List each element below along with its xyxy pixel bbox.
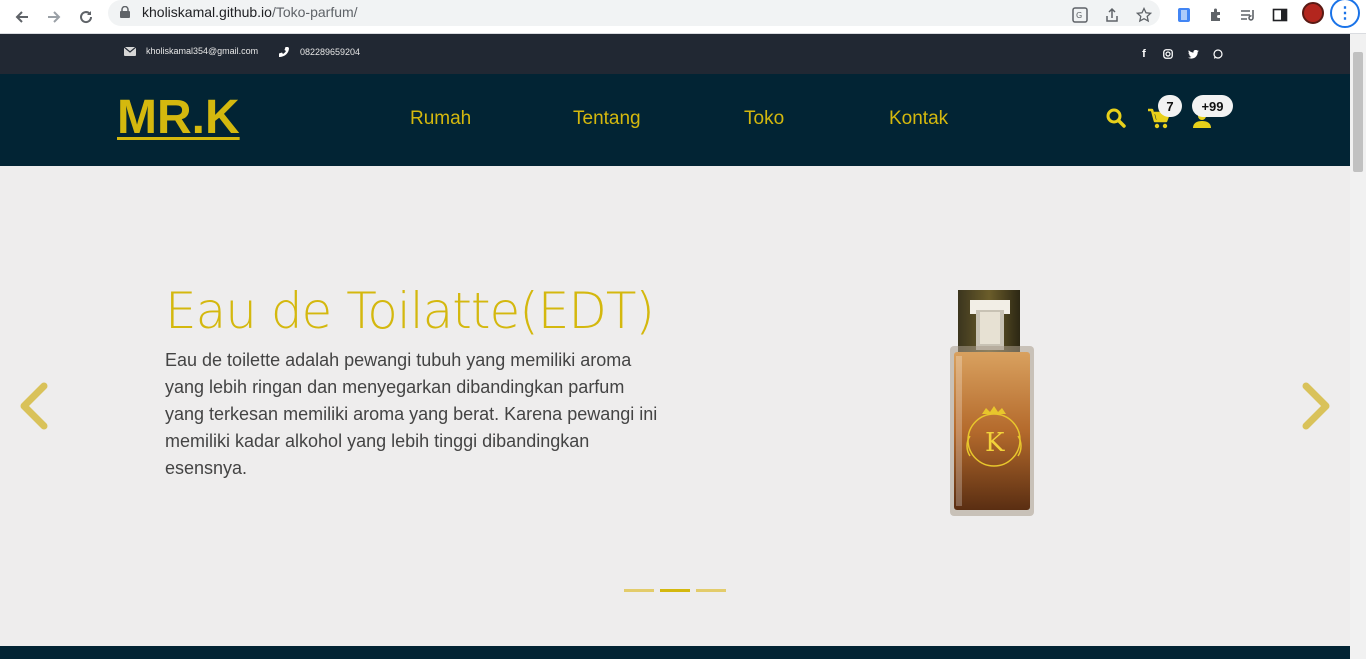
phone-icon: [279, 47, 289, 57]
address-bar[interactable]: kholiskamal.github.io/Toko-parfum/: [108, 0, 1160, 26]
lock-icon: [120, 6, 130, 18]
carousel-indicator-2[interactable]: [660, 589, 690, 592]
nav-link-kontak[interactable]: Kontak: [889, 108, 948, 130]
twitter-icon[interactable]: [1185, 46, 1201, 62]
email-text: kholiskamal354@gmail.com: [146, 46, 259, 56]
nav-link-tentang[interactable]: Tentang: [573, 108, 641, 130]
extension-app-icon[interactable]: [1172, 3, 1196, 27]
search-icon[interactable]: [1106, 108, 1126, 133]
contact-phone[interactable]: 082289659204: [278, 46, 360, 58]
carousel-next-icon[interactable]: [1300, 382, 1334, 430]
user-count-badge: +99: [1192, 95, 1233, 117]
scrollbar-thumb[interactable]: [1353, 52, 1363, 172]
forward-icon[interactable]: [40, 3, 68, 31]
bookmark-star-icon[interactable]: [1132, 3, 1156, 27]
perfume-bottle-image: K: [940, 286, 1040, 523]
reload-icon[interactable]: [72, 3, 100, 31]
contact-email[interactable]: kholiskamal354@gmail.com: [124, 46, 258, 56]
browser-toolbar: kholiskamal.github.io/Toko-parfum/ G ⋮: [0, 0, 1366, 34]
profile-avatar[interactable]: [1302, 2, 1324, 24]
whatsapp-icon[interactable]: [1210, 46, 1226, 62]
hero-title: Eau de Toilatte(EDT): [165, 282, 655, 340]
nav-link-toko[interactable]: Toko: [744, 108, 784, 130]
media-control-icon[interactable]: [1236, 3, 1260, 27]
page-scrollbar[interactable]: [1350, 34, 1366, 659]
side-panel-icon[interactable]: [1268, 3, 1292, 27]
back-icon[interactable]: [8, 3, 36, 31]
nav-link-rumah[interactable]: Rumah: [410, 108, 471, 130]
svg-text:G: G: [1076, 11, 1082, 20]
url-host: kholiskamal.github.io: [142, 4, 272, 20]
carousel-indicator-1[interactable]: [624, 589, 654, 592]
phone-text: 082289659204: [300, 47, 361, 57]
site-logo[interactable]: MR.K: [117, 90, 240, 145]
cart-count-badge: 7: [1158, 95, 1182, 117]
url-path: /Toko-parfum/: [271, 4, 358, 20]
carousel-prev-icon[interactable]: [16, 382, 50, 430]
share-icon[interactable]: [1100, 3, 1124, 27]
carousel-indicators: [624, 589, 726, 592]
browser-menu-icon[interactable]: ⋮: [1330, 0, 1360, 28]
carousel-indicator-3[interactable]: [696, 589, 726, 592]
next-section-edge: [0, 646, 1350, 659]
contact-bar: kholiskamal354@gmail.com 082289659204 f: [0, 34, 1350, 74]
svg-text:K: K: [985, 428, 1005, 458]
hero-carousel: Eau de Toilatte(EDT) Eau de toilette ada…: [0, 166, 1350, 646]
url-text: kholiskamal.github.io/Toko-parfum/: [142, 4, 358, 20]
extensions-puzzle-icon[interactable]: [1204, 3, 1228, 27]
hero-description: Eau de toilette adalah pewangi tubuh yan…: [165, 350, 658, 478]
translate-icon[interactable]: G: [1068, 3, 1092, 27]
envelope-icon: [124, 46, 136, 56]
instagram-icon[interactable]: [1160, 46, 1176, 62]
facebook-icon[interactable]: f: [1136, 46, 1152, 62]
site-header: MR.K Rumah Tentang Toko Kontak 7 +99: [0, 74, 1350, 166]
